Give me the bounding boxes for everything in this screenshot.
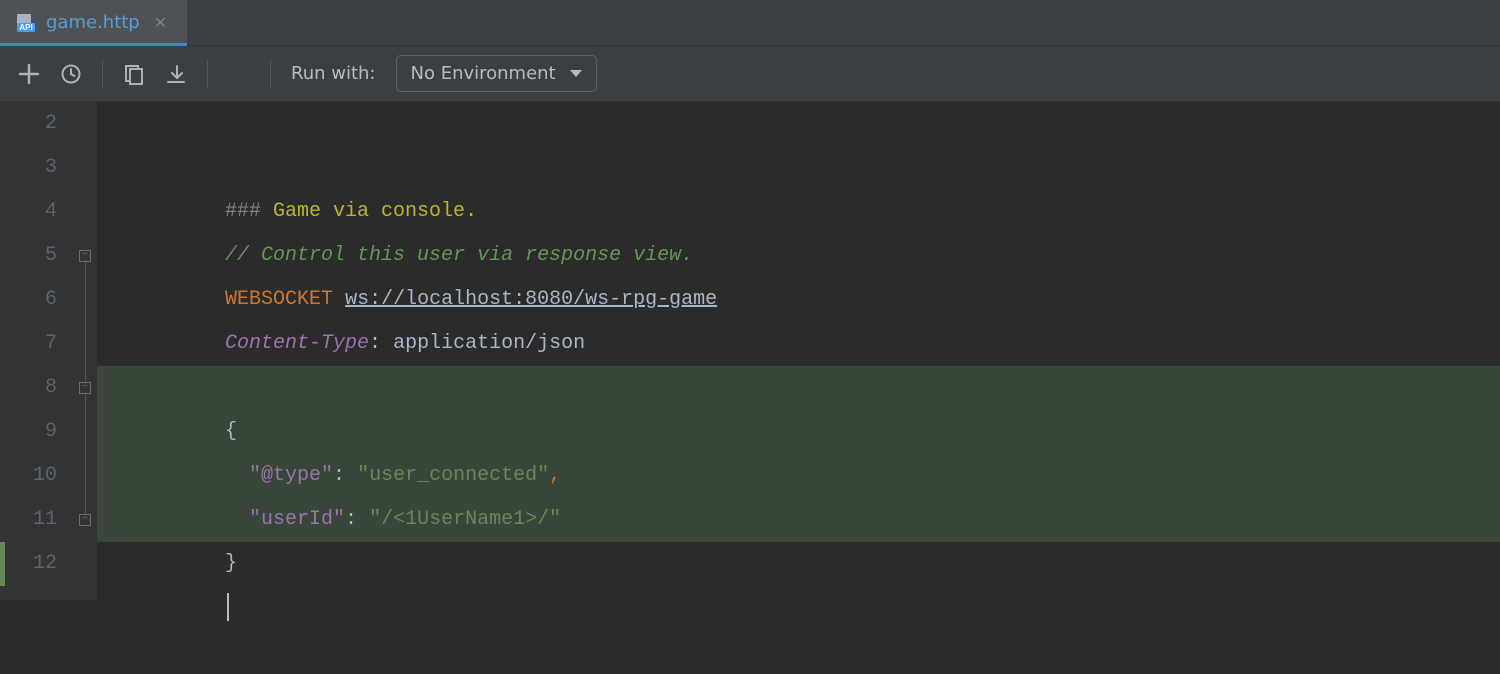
line-number: 8 xyxy=(0,366,75,410)
chevron-down-icon xyxy=(570,70,582,77)
request-url[interactable]: ws://localhost:8080/ws-rpg-game xyxy=(345,288,717,311)
code-editor[interactable]: 23456789101112 − − − ### Game via console.… xyxy=(0,102,1500,600)
fold-toggle[interactable]: − xyxy=(79,382,91,394)
api-file-icon: API xyxy=(16,13,36,33)
import-button[interactable] xyxy=(165,63,187,85)
json-key: "@type" xyxy=(249,464,333,487)
json-brace: { xyxy=(225,420,237,443)
line-number: 6 xyxy=(0,278,75,322)
section-title: Game via console. xyxy=(273,200,477,223)
line-number: 7 xyxy=(0,322,75,366)
http-method: WEBSOCKET xyxy=(225,288,333,311)
history-button[interactable] xyxy=(60,63,82,85)
tab-bar: API game.http ✕ xyxy=(0,0,1500,46)
line-number: 3 xyxy=(0,146,75,190)
header-name: Content-Type xyxy=(225,332,369,355)
header-sep: : xyxy=(369,332,393,355)
toolbar-separator xyxy=(102,60,103,88)
environment-value: No Environment xyxy=(411,63,556,84)
fold-column: − − − xyxy=(75,102,97,600)
line-number: 12 xyxy=(0,542,75,586)
line-number: 9 xyxy=(0,410,75,454)
line-number: 4 xyxy=(0,190,75,234)
gutter: 23456789101112 xyxy=(0,102,75,600)
json-comma: , xyxy=(549,464,561,487)
environment-select[interactable]: No Environment xyxy=(396,55,597,92)
current-line-indicator xyxy=(0,542,5,586)
header-value: application/json xyxy=(393,332,585,355)
line-number: 5 xyxy=(0,234,75,278)
convert-button[interactable] xyxy=(123,63,145,85)
comment-text: Control this user via response view. xyxy=(261,244,693,267)
line-number: 11 xyxy=(0,498,75,542)
svg-text:API: API xyxy=(19,23,32,32)
section-marker: ### xyxy=(225,200,273,223)
json-colon: : xyxy=(333,464,357,487)
fold-toggle[interactable]: − xyxy=(79,514,91,526)
json-value: "user_connected" xyxy=(357,464,549,487)
tab-filename: game.http xyxy=(46,12,140,33)
line-number: 10 xyxy=(0,454,75,498)
file-tab[interactable]: API game.http ✕ xyxy=(0,0,187,45)
json-colon: : xyxy=(345,508,369,531)
toolbar-separator xyxy=(207,60,208,88)
fold-toggle[interactable]: − xyxy=(79,250,91,262)
editor-toolbar: Run with: No Environment xyxy=(0,46,1500,102)
run-with-label: Run with: xyxy=(291,63,376,84)
run-all-button[interactable] xyxy=(228,63,250,85)
json-key: "userId" xyxy=(249,508,345,531)
line-number: 2 xyxy=(0,102,75,146)
json-brace: } xyxy=(225,552,237,575)
text-caret xyxy=(227,593,229,621)
add-request-button[interactable] xyxy=(18,63,40,85)
json-value: "/<1UserName1>/" xyxy=(369,508,561,531)
comment-prefix: // xyxy=(225,244,261,267)
code-area[interactable]: ### Game via console. // Control this us… xyxy=(97,102,1500,600)
close-tab-icon[interactable]: ✕ xyxy=(150,11,171,35)
toolbar-separator xyxy=(270,60,271,88)
